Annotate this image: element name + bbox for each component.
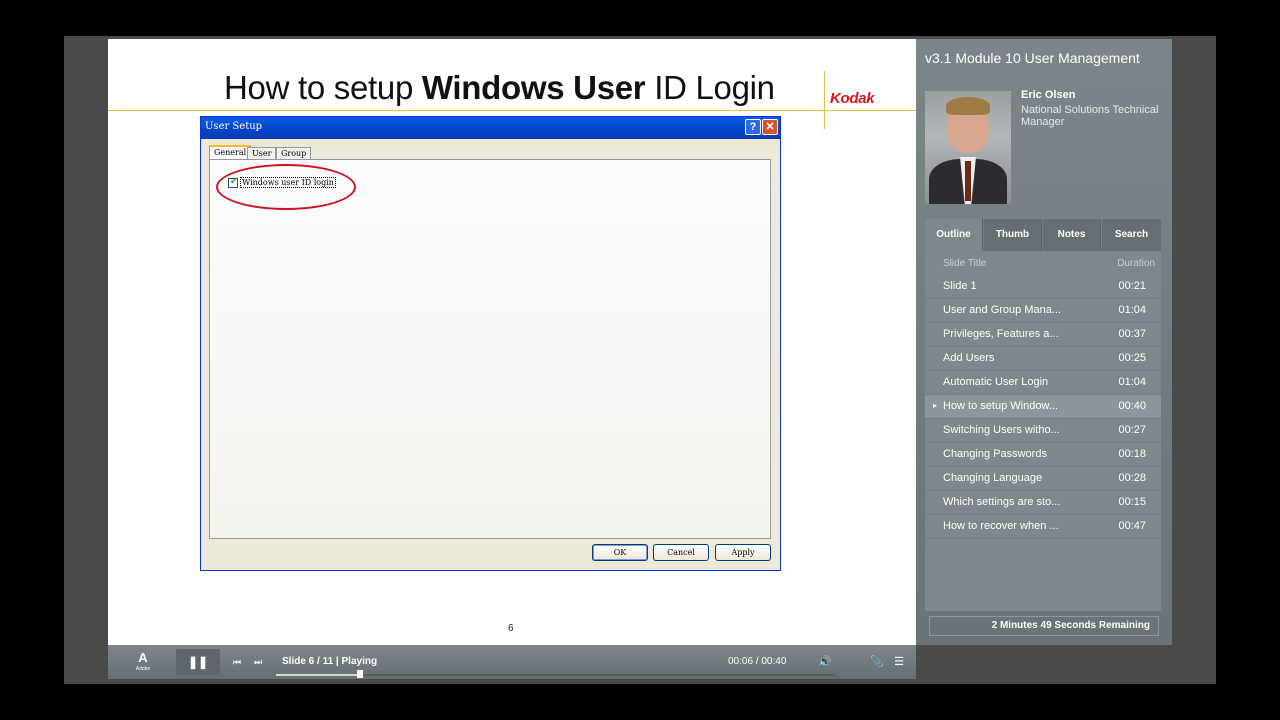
general-tab-panel: ✔ Windows user ID login <box>209 159 771 539</box>
outline-item[interactable]: Add Users 00:25 <box>925 347 1161 371</box>
outline-item-title: Changing Language <box>943 472 1043 484</box>
slide-canvas: How to setup Windows User ID Login Kodak… <box>108 39 916 645</box>
volume-icon[interactable]: 🔊 <box>816 653 834 671</box>
pause-icon[interactable]: ❚❚ <box>176 649 220 675</box>
outline-item[interactable]: How to recover when ... 00:47 <box>925 515 1161 539</box>
slide-page-number: 6 <box>508 623 514 634</box>
outline-item[interactable]: Changing Passwords 00:18 <box>925 443 1161 467</box>
course-title: v3.1 Module 10 User Management <box>925 50 1140 66</box>
user-setup-dialog: User Setup ? ✕ General User Group ✔ Wind… <box>200 116 781 571</box>
outline-item[interactable]: ▸ How to setup Window... 00:40 <box>925 395 1161 419</box>
progress-bar[interactable] <box>276 670 836 678</box>
tab-thumb[interactable]: Thumb <box>984 219 1042 251</box>
time-remaining: 2 Minutes 49 Seconds Remaining <box>929 616 1159 636</box>
current-slide-arrow-icon: ▸ <box>933 401 938 410</box>
tab-general[interactable]: General <box>209 145 252 160</box>
outline-item[interactable]: Slide 1 00:21 <box>925 275 1161 299</box>
outline-list: Slide 1 00:21 User and Group Mana... 01:04 P… <box>925 275 1161 539</box>
windows-login-checkbox-label[interactable]: Windows user ID login <box>240 177 336 188</box>
slide-status: Slide 6 / 11 | Playing <box>282 656 378 667</box>
outline-item-duration: 00:28 <box>1118 472 1146 484</box>
adobe-logo: A <box>138 650 148 665</box>
ok-button[interactable]: OK <box>592 544 648 561</box>
logo-divider <box>824 71 825 129</box>
time-display: 00:06 / 00:40 <box>728 656 787 667</box>
outline-item-title: User and Group Mana... <box>943 304 1062 316</box>
slide-title: How to setup Windows User ID Login <box>224 69 775 107</box>
outline-item-title: Add Users <box>943 352 995 364</box>
outline-item-title: Which settings are sto... <box>943 496 1061 508</box>
outline-item-duration: 00:47 <box>1118 520 1146 532</box>
tab-outline[interactable]: Outline <box>925 219 983 251</box>
close-icon[interactable]: ✕ <box>762 119 778 135</box>
outline-item-duration: 00:37 <box>1118 328 1146 340</box>
dialog-titlebar: User Setup ? ✕ <box>201 117 780 139</box>
outline-panel: Slide Title Duration Slide 1 00:21 User an… <box>925 251 1161 611</box>
outline-item-duration: 00:40 <box>1118 400 1146 412</box>
windows-login-checkbox[interactable]: ✔ <box>228 176 238 188</box>
title-divider <box>108 110 916 111</box>
outline-item[interactable]: Switching Users witho... 00:27 <box>925 419 1161 443</box>
outline-item-title: How to recover when ... <box>943 520 1059 532</box>
presenter-name: Eric Olsen <box>1021 89 1076 101</box>
outline-item-title: Changing Passwords <box>943 448 1047 460</box>
outline-item[interactable]: Privileges, Features a... 00:37 <box>925 323 1161 347</box>
presenter-role: National Solutions Technical Manager <box>1021 104 1159 128</box>
attachment-icon[interactable]: 📎 <box>868 653 886 671</box>
outline-item-duration: 00:15 <box>1118 496 1146 508</box>
photo-hair <box>946 97 990 115</box>
photo-tie <box>965 161 971 201</box>
tab-search[interactable]: Search <box>1102 219 1161 251</box>
checkmark-icon: ✔ <box>230 176 238 186</box>
outline-item[interactable]: Which settings are sto... 00:15 <box>925 491 1161 515</box>
tab-notes[interactable]: Notes <box>1043 219 1101 251</box>
outline-item-duration: 00:27 <box>1118 424 1146 436</box>
outline-item-title: Slide 1 <box>943 280 977 292</box>
column-header-title: Slide Title <box>943 258 987 269</box>
outline-item-duration: 01:04 <box>1118 376 1146 388</box>
presenter-photo <box>925 91 1011 204</box>
adobe-wordmark: Adobe <box>135 666 151 672</box>
outline-item-title: Automatic User Login <box>943 376 1049 388</box>
outline-item-title: Privileges, Features a... <box>943 328 1059 340</box>
outline-item[interactable]: User and Group Mana... 01:04 <box>925 299 1161 323</box>
progress-fill <box>276 674 360 676</box>
outline-item-title: How to setup Window... <box>943 400 1058 412</box>
outline-item-duration: 01:04 <box>1118 304 1146 316</box>
apply-button[interactable]: Apply <box>715 544 771 561</box>
progress-handle[interactable] <box>357 670 363 678</box>
slide-title-part: How to setup <box>224 69 422 106</box>
slide-title-bold: Windows User <box>421 69 646 106</box>
outline-item-title: Switching Users witho... <box>943 424 1060 436</box>
column-header-duration: Duration <box>1117 258 1155 269</box>
outline-item[interactable]: Automatic User Login 01:04 <box>925 371 1161 395</box>
outline-item[interactable]: Changing Language 00:28 <box>925 467 1161 491</box>
cancel-button[interactable]: Cancel <box>653 544 709 561</box>
previous-icon[interactable]: ⏮ <box>228 653 246 671</box>
player-stage: How to setup Windows User ID Login Kodak… <box>0 0 1280 720</box>
kodak-logo: Kodak <box>830 90 875 107</box>
outline-item-duration: 00:18 <box>1118 448 1146 460</box>
next-icon[interactable]: ⏭ <box>249 653 267 671</box>
side-tabs: Outline Thumb Notes Search <box>925 219 1161 251</box>
help-icon[interactable]: ? <box>745 119 761 135</box>
dialog-title: User Setup <box>205 121 263 132</box>
side-panel: v3.1 Module 10 User Management Eric Olse… <box>916 39 1172 645</box>
playback-bar: A Adobe ❚❚ ⏮ ⏭ Slide 6 / 11 | Playing 00… <box>108 645 916 679</box>
slide-title-part: ID Login <box>645 69 775 106</box>
outline-item-duration: 00:21 <box>1118 280 1146 292</box>
outline-item-duration: 00:25 <box>1118 352 1146 364</box>
menu-icon[interactable]: ☰ <box>890 653 908 671</box>
